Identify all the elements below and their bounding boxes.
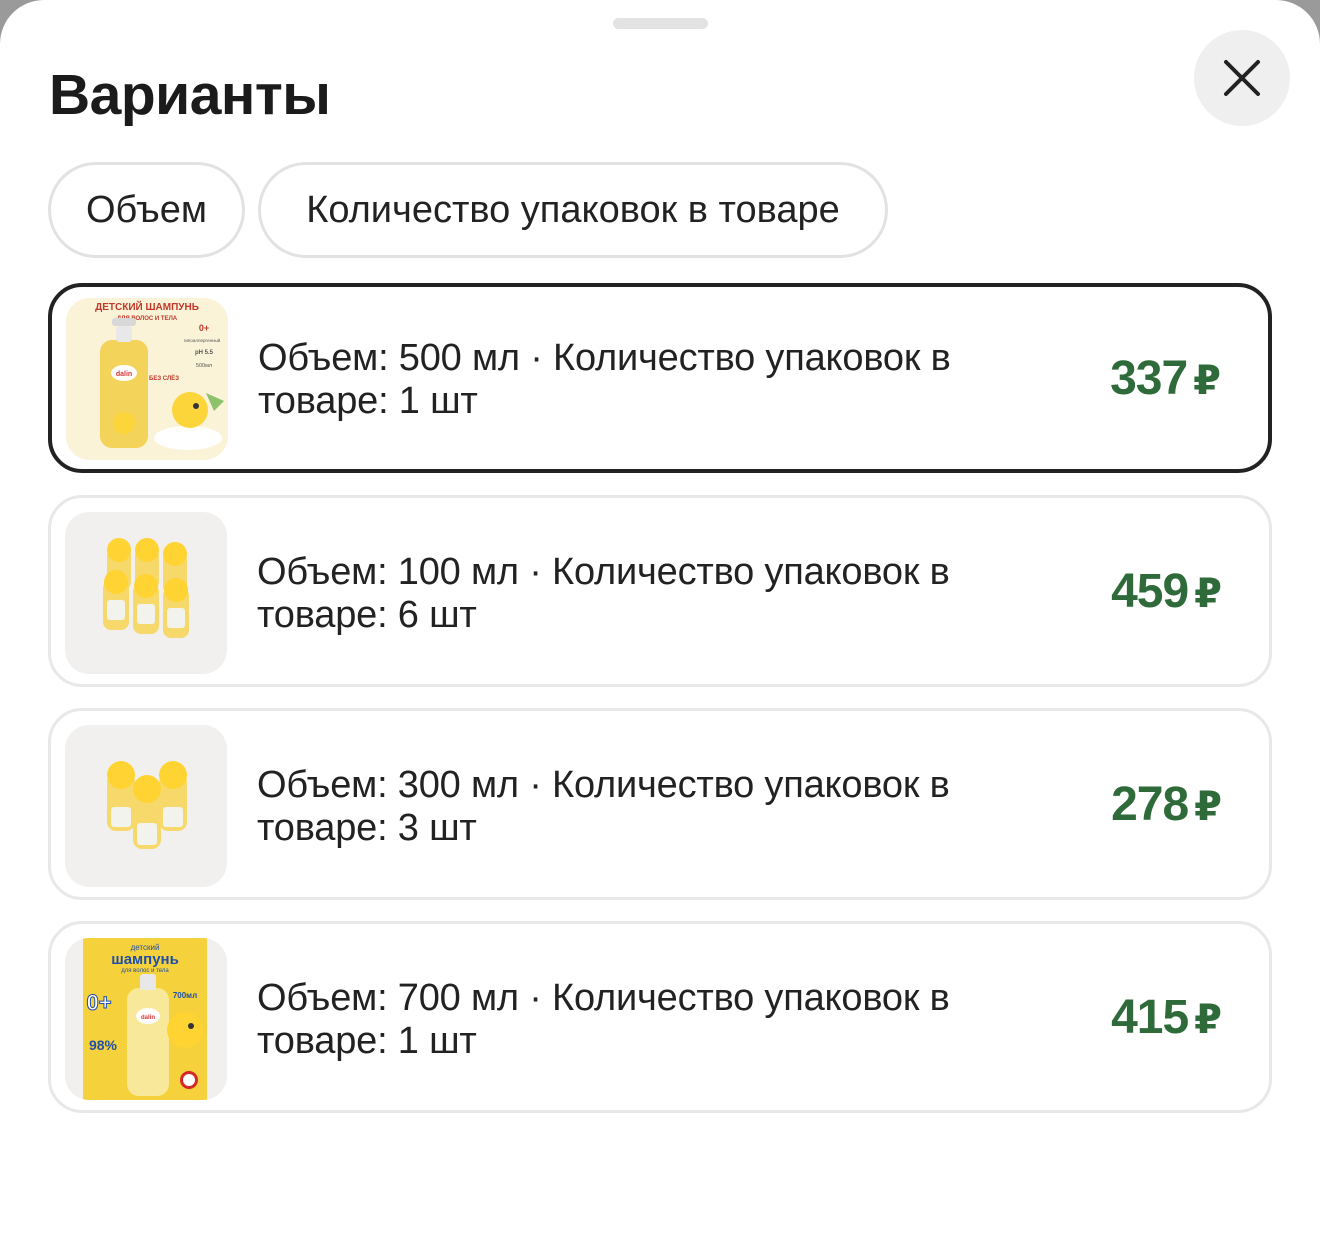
sheet-grabber[interactable] xyxy=(613,18,708,29)
svg-text:ДЕТСКИЙ ШАМПУНЬ: ДЕТСКИЙ ШАМПУНЬ xyxy=(95,300,199,313)
variant-description: Объем: 100 мл · Количество упаковок в то… xyxy=(257,551,950,636)
sheet-title: Варианты xyxy=(49,63,331,127)
variant-description: Объем: 700 мл · Количество упаковок в то… xyxy=(257,977,950,1062)
svg-text:гипоаллергенный: гипоаллергенный xyxy=(184,337,221,343)
price-value: 337 xyxy=(1110,352,1188,405)
currency-sign: ₽ xyxy=(1194,998,1222,1042)
variant-card-300ml[interactable]: Объем: 300 мл · Количество упаковок в то… xyxy=(48,708,1272,900)
variants-sheet: Варианты Объем Количество упаковок в тов… xyxy=(0,0,1320,1239)
svg-text:БЕЗ СЛЁЗ: БЕЗ СЛЁЗ xyxy=(149,375,179,382)
variant-card-700ml[interactable]: детский шампунь для волос и тела 0+ 700м… xyxy=(48,921,1272,1113)
filter-chip-quantity[interactable]: Количество упаковок в товаре xyxy=(258,162,888,258)
currency-sign: ₽ xyxy=(1194,785,1222,829)
svg-text:dalin: dalin xyxy=(116,371,132,378)
variant-price: 278 ₽ xyxy=(1111,777,1222,832)
variant-price: 459 ₽ xyxy=(1111,564,1222,619)
product-300ml-x3-image xyxy=(65,725,227,887)
variant-price: 337 ₽ xyxy=(1110,351,1221,406)
variant-description: Объем: 300 мл · Количество упаковок в то… xyxy=(257,764,950,849)
svg-text:pH 5.5: pH 5.5 xyxy=(195,350,214,356)
product-100ml-x6-image xyxy=(65,512,227,674)
svg-text:для волос и тела: для волос и тела xyxy=(121,968,169,974)
svg-text:0+: 0+ xyxy=(199,323,209,333)
currency-sign: ₽ xyxy=(1194,572,1222,616)
variant-card-100ml[interactable]: Объем: 100 мл · Количество упаковок в то… xyxy=(48,495,1272,687)
filter-chip-volume[interactable]: Объем xyxy=(48,162,245,258)
svg-text:500мл: 500мл xyxy=(196,363,212,369)
svg-text:dalin: dalin xyxy=(141,1015,155,1021)
variant-card-500ml[interactable]: ДЕТСКИЙ ШАМПУНЬ ДЛЯ ВОЛОС И ТЕЛА 0+ гипо… xyxy=(48,283,1272,473)
close-icon xyxy=(1224,60,1260,96)
svg-text:0+: 0+ xyxy=(86,990,111,1015)
currency-sign: ₽ xyxy=(1193,359,1221,403)
variant-price: 415 ₽ xyxy=(1111,990,1222,1045)
price-value: 278 xyxy=(1111,778,1189,831)
close-button[interactable] xyxy=(1194,30,1290,126)
price-value: 459 xyxy=(1111,565,1189,618)
variant-description: Объем: 500 мл · Количество упаковок в то… xyxy=(258,337,951,422)
product-500ml-image: ДЕТСКИЙ ШАМПУНЬ ДЛЯ ВОЛОС И ТЕЛА 0+ гипо… xyxy=(66,298,228,460)
svg-text:шампунь: шампунь xyxy=(111,951,179,968)
svg-text:700мл: 700мл xyxy=(173,991,197,1000)
price-value: 415 xyxy=(1111,991,1189,1044)
product-700ml-image: детский шампунь для волос и тела 0+ 700м… xyxy=(65,938,227,1100)
svg-text:98%: 98% xyxy=(89,1037,118,1053)
